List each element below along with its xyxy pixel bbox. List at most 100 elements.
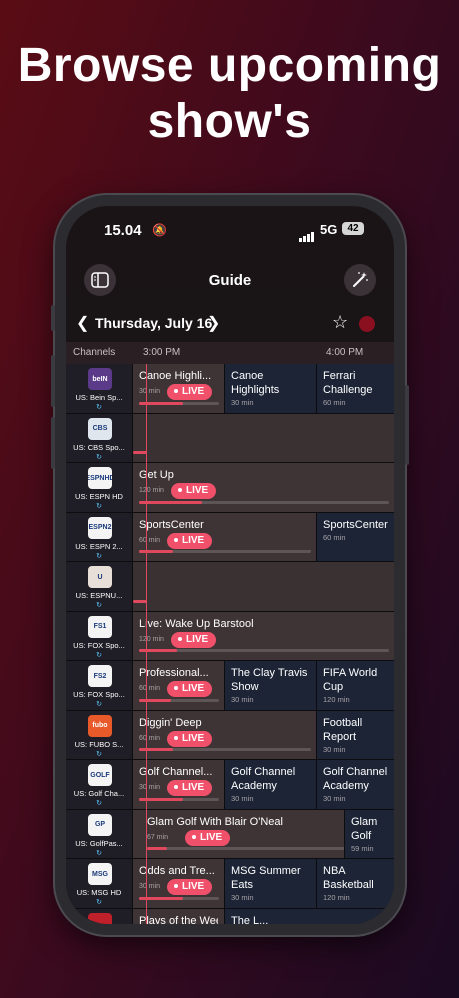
program-duration: 30 min bbox=[139, 784, 161, 791]
catchup-icon: ↻ bbox=[96, 503, 102, 510]
guide-row: CBS US: CBS Spo... ↻ bbox=[66, 413, 394, 463]
catchup-icon: ↻ bbox=[96, 651, 102, 659]
guide-row: ESPNHD US: ESPN HD ↻ Get Up 120 min LIVE bbox=[66, 463, 394, 513]
status-time: 15.04 bbox=[104, 222, 142, 239]
headline-line-1: Browse upcoming bbox=[17, 39, 442, 92]
program-title: Odds and Tre... bbox=[139, 865, 215, 877]
live-badge: LIVE bbox=[167, 730, 213, 747]
progress-fill bbox=[139, 649, 177, 652]
guide-row: ↻ Plays of the Week The L... bbox=[66, 908, 394, 925]
catchup-icon: ↻ bbox=[96, 750, 102, 758]
progress-bar bbox=[133, 451, 147, 454]
empty-program-cell bbox=[132, 413, 394, 462]
live-label: LIVE bbox=[182, 732, 205, 744]
next-day-button[interactable]: ❯ bbox=[207, 313, 220, 333]
progress-fill bbox=[147, 847, 167, 850]
program-cell[interactable]: The L... bbox=[224, 908, 394, 924]
live-program-cell[interactable]: Live: Wake Up Barstool 120 min LIVE bbox=[132, 611, 394, 660]
current-time-indicator bbox=[146, 364, 147, 924]
channel-name: US: MSG HD bbox=[76, 888, 122, 897]
top-bar: Guide bbox=[66, 256, 394, 302]
program-duration: 60 min bbox=[323, 398, 346, 407]
progress-fill bbox=[139, 500, 202, 504]
channel-cell[interactable]: GP US: GolfPas... ↻ bbox=[66, 809, 132, 858]
program-cell[interactable]: The Clay Travis Show 30 min bbox=[224, 661, 316, 710]
record-icon[interactable] bbox=[359, 316, 375, 332]
progress-bar bbox=[139, 797, 219, 801]
live-label: LIVE bbox=[182, 881, 205, 892]
program-duration: 120 min bbox=[139, 487, 164, 494]
live-program-cell[interactable]: Get Up 120 min LIVE bbox=[132, 463, 394, 512]
program-title: Plays of the Week bbox=[139, 914, 218, 925]
live-dot-icon bbox=[174, 785, 178, 790]
program-duration: 60 min bbox=[139, 734, 161, 742]
channel-logo: GOLF bbox=[88, 764, 112, 786]
progress-fill bbox=[139, 550, 174, 553]
program-cell[interactable]: NBA Basketball 120 min bbox=[316, 859, 394, 908]
progress-bar bbox=[133, 599, 147, 603]
live-label: LIVE bbox=[186, 633, 209, 645]
program-title: Golf Channel... bbox=[139, 766, 213, 778]
program-duration: 30 min bbox=[139, 388, 161, 395]
program-cell[interactable]: Glam Golf 59 min bbox=[344, 809, 394, 858]
live-badge: LIVE bbox=[167, 780, 213, 796]
channel-cell[interactable]: MSG US: MSG HD ↻ bbox=[66, 859, 132, 908]
battery-icon: 42 bbox=[342, 222, 364, 235]
magic-wand-button[interactable] bbox=[344, 264, 376, 296]
program-title: Live: Wake Up Barstool bbox=[139, 617, 254, 630]
progress-bar bbox=[139, 698, 219, 702]
live-badge: LIVE bbox=[167, 384, 213, 400]
live-program-cell[interactable]: SportsCenter 60 min LIVE bbox=[132, 512, 316, 561]
action-button bbox=[51, 305, 55, 331]
program-cell[interactable]: Ferrari Challenge 60 min bbox=[316, 364, 394, 413]
channel-cell[interactable]: FS1 US: FOX Spo... ↻ bbox=[66, 611, 132, 660]
progress-bar bbox=[139, 896, 219, 900]
guide-row: ESPN2 US: ESPN 2... ↻ SportsCenter 60 min LIV… bbox=[66, 512, 394, 562]
program-cell[interactable]: Golf Channel Academy 30 min bbox=[224, 760, 316, 809]
channel-cell[interactable]: GOLF US: Golf Cha... ↻ bbox=[66, 760, 132, 809]
live-program-cell[interactable]: Diggin' Deep 60 min LIVE bbox=[132, 710, 316, 759]
program-cell[interactable]: Football Report 30 min bbox=[316, 710, 394, 759]
program-title: Professional... bbox=[139, 667, 209, 679]
program-duration: 30 min bbox=[139, 883, 161, 890]
channel-cell[interactable]: FS2 US: FOX Spo... ↻ bbox=[66, 661, 132, 710]
live-label: LIVE bbox=[186, 485, 209, 496]
live-dot-icon bbox=[178, 636, 182, 641]
channel-cell[interactable]: ↻ bbox=[66, 908, 132, 924]
channel-cell[interactable]: U US: ESPNU... ↻ bbox=[66, 562, 132, 611]
program-duration: 120 min bbox=[139, 635, 164, 643]
live-label: LIVE bbox=[182, 683, 205, 694]
program-title: FIFA World Cup bbox=[323, 667, 378, 693]
channel-name: US: FOX Spo... bbox=[73, 690, 125, 699]
progress-bar bbox=[139, 500, 389, 504]
program-title: Football Report bbox=[323, 716, 363, 743]
program-cell[interactable]: SportsCenter 60 min bbox=[316, 512, 394, 561]
progress-fill bbox=[139, 698, 171, 702]
channel-name: US: CBS Spo... bbox=[73, 442, 125, 452]
channel-cell[interactable]: ESPNHD US: ESPN HD ↻ bbox=[66, 463, 132, 512]
channel-cell[interactable]: beIN US: Bein Sp... ↻ bbox=[66, 364, 132, 413]
channel-logo: FS2 bbox=[88, 665, 112, 687]
program-title: Diggin' Deep bbox=[139, 716, 202, 729]
timeline-header: Channels 3:00 PM 4:00 PM bbox=[66, 342, 394, 364]
live-dot-icon bbox=[174, 884, 178, 889]
live-dot-icon bbox=[192, 834, 196, 839]
live-program-cell[interactable]: Glam Golf With Blair O'Neal 67 min LIVE bbox=[132, 809, 344, 858]
guide-row: beIN US: Bein Sp... ↻ Canoe Highli... 30 min… bbox=[66, 364, 394, 414]
channel-cell[interactable]: CBS US: CBS Spo... ↻ bbox=[66, 413, 132, 462]
program-title: Canoe Highli... bbox=[139, 370, 212, 382]
channel-logo: GP bbox=[88, 813, 112, 836]
progress-bar bbox=[139, 401, 219, 405]
live-badge: LIVE bbox=[171, 483, 217, 499]
program-cell[interactable]: MSG Summer Eats 30 min bbox=[224, 859, 316, 908]
favorites-star-icon[interactable]: ☆ bbox=[332, 312, 348, 333]
prev-day-button[interactable]: ❮ bbox=[76, 313, 89, 333]
channel-cell[interactable]: ESPN2 US: ESPN 2... ↻ bbox=[66, 512, 132, 561]
headline: Browse upcoming show's bbox=[0, 38, 459, 150]
program-cell[interactable]: Canoe Highlights 30 min bbox=[224, 364, 316, 413]
guide-row: MSG US: MSG HD ↻ Odds and Tre... 30 min LIVE M… bbox=[66, 859, 394, 909]
program-cell[interactable]: Golf Channel Academy 30 min bbox=[316, 760, 394, 809]
program-title: Golf Channel Academy bbox=[231, 766, 296, 792]
program-cell[interactable]: FIFA World Cup 120 min bbox=[316, 661, 394, 710]
channel-cell[interactable]: fubo US: FUBO S... ↻ bbox=[66, 710, 132, 759]
